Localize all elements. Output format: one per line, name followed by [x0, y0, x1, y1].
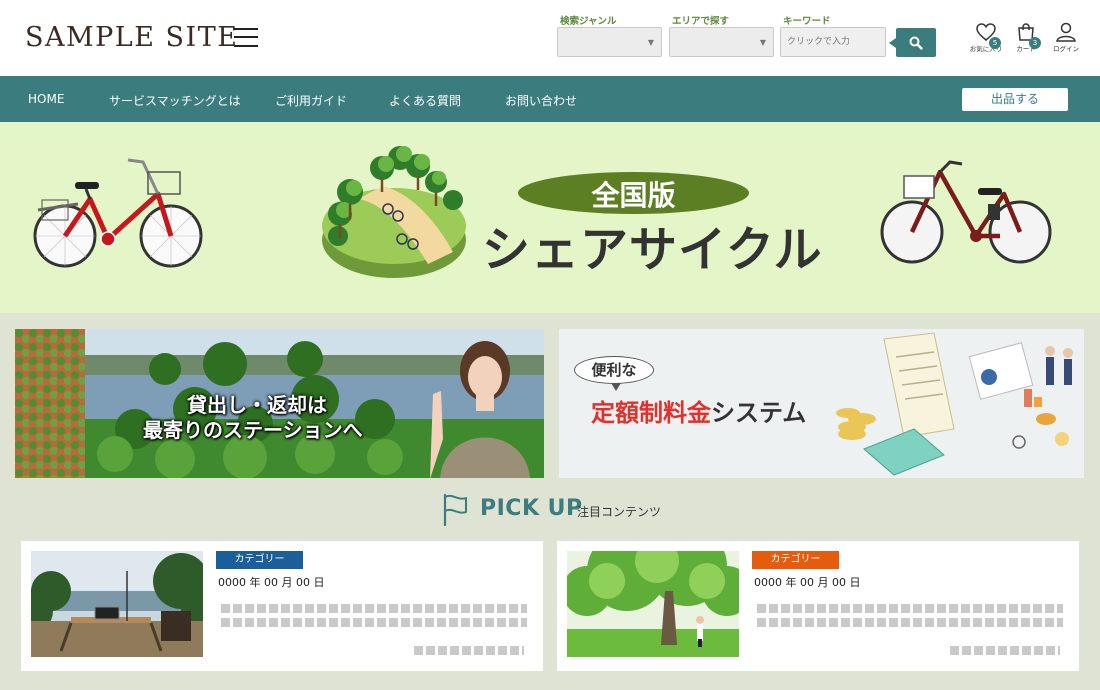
search-button[interactable]	[889, 28, 936, 57]
area-select[interactable]: ▼	[669, 27, 774, 57]
text-placeholder-line	[414, 646, 524, 655]
menu-icon[interactable]	[234, 28, 258, 47]
category-badge[interactable]: カテゴリー	[752, 551, 839, 569]
camping-photo	[31, 551, 203, 657]
station-banner[interactable]: 貸出し・返却は 最寄りのステーションへ	[15, 329, 544, 478]
search-icon	[909, 36, 923, 50]
flat-rate-headline-dark: システム	[711, 399, 807, 427]
flat-rate-banner[interactable]: 便利な 定額制料金システム	[559, 329, 1084, 478]
card-thumbnail	[31, 551, 203, 657]
card-date: 0000 年 00 月 00 日	[218, 576, 325, 589]
pickup-subtitle: 注目コンテンツ	[577, 505, 662, 519]
keyword-label: キーワード	[783, 16, 831, 27]
text-placeholder-line	[221, 618, 527, 627]
nav-item-faq[interactable]: よくある質問	[389, 92, 461, 109]
caret-down-icon: ▼	[647, 38, 654, 47]
text-placeholder-line	[757, 604, 1063, 613]
genre-search-group: 検索ジャンル ▼	[557, 13, 662, 57]
login-button[interactable]: ログイン	[1046, 22, 1086, 62]
nav-item-contact[interactable]: お問い合わせ	[505, 92, 577, 109]
cycling-path-island-illustration	[322, 146, 466, 278]
keyword-search-group: キーワード	[780, 13, 886, 57]
genre-select[interactable]: ▼	[557, 27, 662, 57]
park-tree-photo	[567, 551, 739, 657]
convenient-bubble: 便利な	[574, 356, 654, 391]
listing-button[interactable]: 出品する	[962, 88, 1068, 111]
cart-count-badge: 3	[1029, 37, 1041, 49]
station-banner-line2: 最寄りのステーションへ	[143, 418, 363, 442]
nav-item-about[interactable]: サービスマッチングとは	[109, 92, 241, 109]
card-date: 0000 年 00 月 00 日	[754, 576, 861, 589]
text-placeholder-line	[221, 604, 527, 613]
hero-banner[interactable]: 全国版 シェアサイクル	[0, 122, 1100, 313]
main-nav: HOME サービスマッチングとは ご利用ガイド よくある質問 お問い合わせ 出品…	[0, 76, 1100, 122]
nav-item-guide[interactable]: ご利用ガイド	[275, 92, 347, 109]
keyword-input[interactable]	[780, 27, 886, 57]
flat-rate-headline-red: 定額制料金	[591, 399, 711, 427]
red-bicycle-illustration	[33, 158, 203, 268]
genre-label: 検索ジャンル	[560, 16, 617, 27]
cart-button[interactable]: 3 カート	[1006, 22, 1046, 62]
site-logo[interactable]: SAMPLE SITE	[25, 22, 238, 53]
text-placeholder-line	[757, 618, 1063, 627]
content-card[interactable]: カテゴリー 0000 年 00 月 00 日	[21, 541, 543, 671]
flag-icon	[443, 493, 467, 526]
favorites-button[interactable]: 5 お気に入り	[966, 22, 1006, 62]
nav-item-home[interactable]: HOME	[28, 92, 64, 106]
area-search-group: エリアで探す ▼	[669, 13, 774, 57]
site-header: SAMPLE SITE 検索ジャンル ▼ エリアで探す ▼ キーワード 5 お気…	[0, 0, 1100, 76]
flat-rate-headline: 定額制料金システム	[591, 393, 806, 428]
caret-down-icon: ▼	[759, 38, 766, 47]
hero-pill-text: 全国版	[591, 179, 676, 212]
favorites-count-badge: 5	[989, 37, 1001, 49]
billing-illustration	[836, 332, 1073, 476]
maroon-bicycle-illustration	[880, 160, 1052, 264]
category-badge[interactable]: カテゴリー	[216, 551, 303, 569]
card-thumbnail	[567, 551, 739, 657]
area-label: エリアで探す	[672, 16, 730, 27]
login-label: ログイン	[1053, 45, 1079, 53]
text-placeholder-line	[950, 646, 1060, 655]
hero-main-text: シェアサイクル	[482, 222, 823, 278]
content-card[interactable]: カテゴリー 0000 年 00 月 00 日	[557, 541, 1079, 671]
user-icon	[1056, 22, 1076, 42]
pickup-title: PICK UP	[480, 496, 583, 521]
